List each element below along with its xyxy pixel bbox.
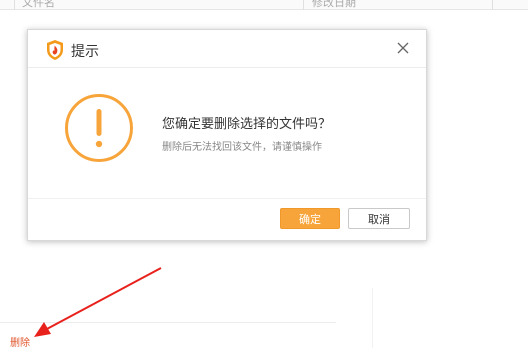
header-separator — [492, 0, 493, 10]
cancel-button[interactable]: 取消 — [348, 208, 410, 229]
dialog-footer-divider — [28, 198, 426, 199]
confirm-sub-message: 删除后无法找回该文件，请谨慎操作 — [162, 142, 322, 153]
file-list-header: 文件名 修改日期 — [0, 0, 528, 10]
dialog-header: 提示 — [28, 30, 426, 68]
header-column-filename[interactable]: 文件名 — [22, 0, 55, 10]
panel-divider — [372, 288, 373, 348]
header-column-date[interactable]: 修改日期 — [312, 0, 356, 10]
shield-logo-icon — [47, 40, 63, 60]
delete-link[interactable]: 删除 — [10, 338, 30, 350]
ok-button[interactable]: 确定 — [280, 208, 340, 229]
header-separator — [303, 0, 304, 10]
confirm-dialog: 提示 您确定要删除选择的文件吗？ 删除后无法找回该文件，请谨慎操作 确定 取消 — [27, 29, 427, 241]
confirm-message: 您确定要删除选择的文件吗？ — [162, 117, 332, 132]
header-separator — [14, 0, 15, 10]
warning-circle-icon — [65, 94, 133, 162]
close-icon[interactable] — [395, 40, 411, 56]
dialog-title: 提示 — [71, 44, 99, 60]
row-divider — [0, 322, 336, 323]
